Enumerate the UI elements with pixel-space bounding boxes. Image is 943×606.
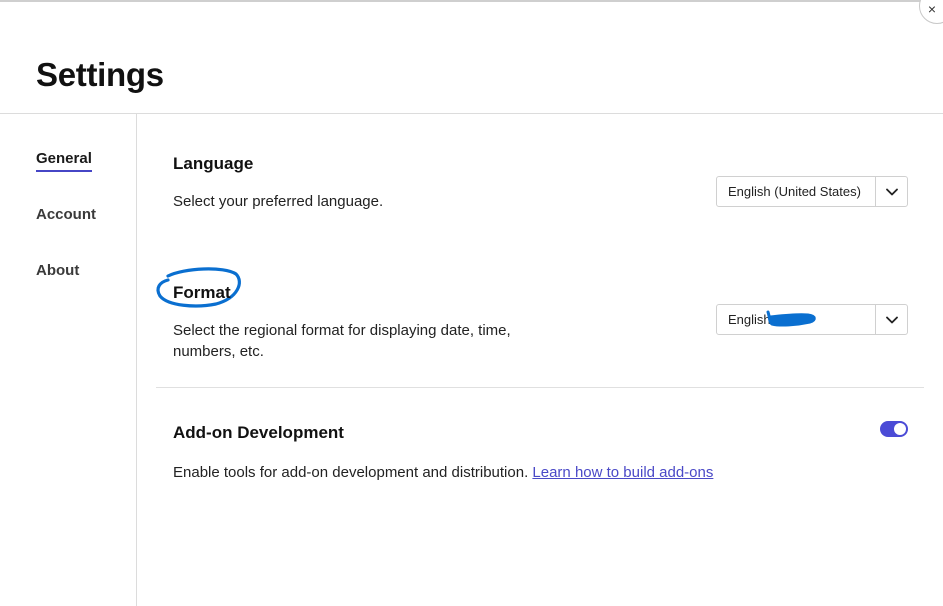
page-title: Settings — [36, 56, 164, 93]
settings-dialog: × Settings General Account About Languag… — [0, 0, 943, 606]
redaction-scribble — [766, 310, 816, 327]
content-divider — [156, 387, 924, 388]
learn-addons-link[interactable]: Learn how to build add-ons — [532, 464, 713, 481]
sidebar-item-about[interactable]: About — [36, 262, 79, 279]
format-description: Select the regional format for displayin… — [173, 320, 511, 362]
language-selected-value: English (United States) — [728, 184, 861, 199]
close-icon: × — [927, 1, 937, 17]
sidebar-item-general[interactable]: General — [36, 150, 92, 172]
language-dropdown[interactable]: English (United States) — [716, 176, 908, 207]
addon-description: Enable tools for add-on development and … — [173, 464, 529, 481]
sidebar-item-account[interactable]: Account — [36, 206, 96, 223]
sidebar-divider — [136, 114, 137, 606]
language-title: Language — [173, 154, 254, 173]
addon-development-toggle[interactable] — [880, 421, 908, 437]
addon-description-row: Enable tools for add-on development and … — [173, 462, 713, 483]
format-description-line-2: numbers, etc. — [173, 343, 264, 360]
language-description: Select your preferred language. — [173, 193, 384, 210]
toggle-knob — [894, 423, 906, 435]
chevron-down-icon[interactable] — [875, 305, 907, 334]
format-title: Format — [173, 283, 231, 302]
header-divider — [0, 113, 943, 114]
format-description-line-1: Select the regional format for displayin… — [173, 322, 511, 339]
addon-title: Add-on Development — [173, 423, 344, 442]
close-button[interactable]: × — [919, 0, 943, 24]
chevron-down-icon[interactable] — [875, 177, 907, 206]
